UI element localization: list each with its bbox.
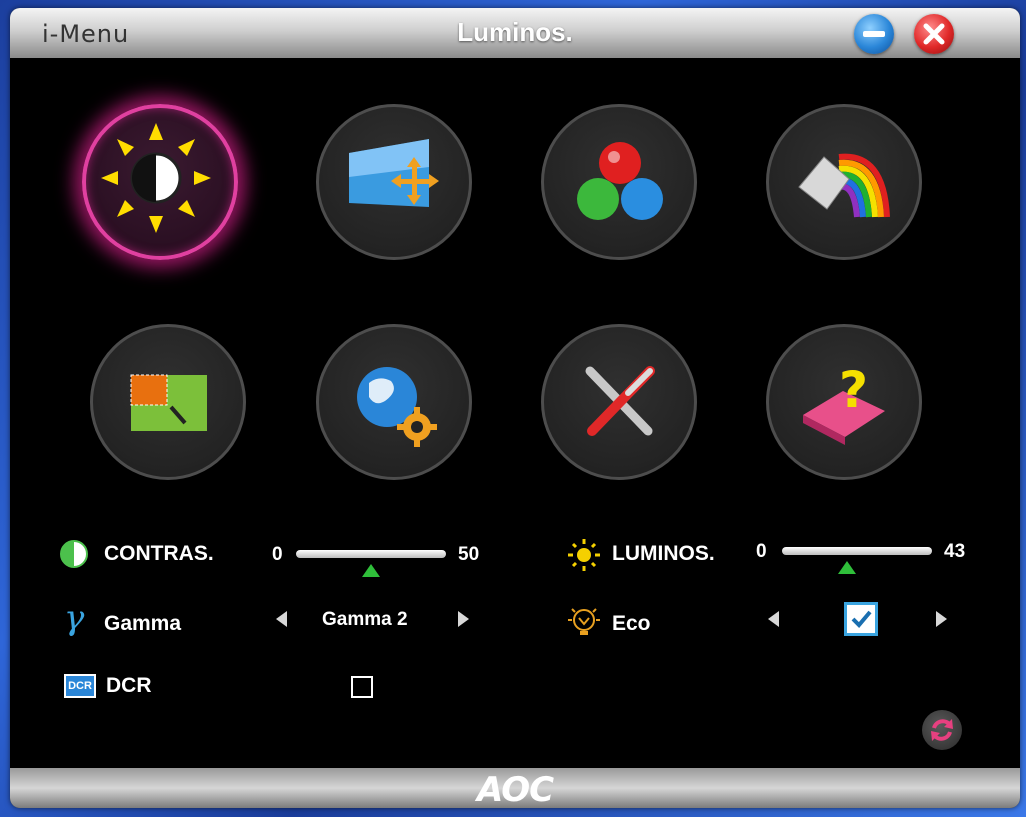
sun-contrast-icon: [101, 123, 211, 233]
color-temp-tile[interactable]: [541, 104, 697, 260]
eco-label: Eco: [612, 612, 651, 635]
luminance-tile[interactable]: [82, 104, 238, 260]
contrast-max: 50: [458, 544, 480, 565]
contrast-icon: [60, 540, 88, 568]
luminance-slider-thumb[interactable]: [837, 561, 856, 574]
contrast-slider-thumb[interactable]: [362, 564, 380, 577]
eco-bulb-icon: [568, 608, 600, 635]
dcr-icon: DCR: [64, 674, 96, 698]
paint-rainbow-icon: [798, 153, 890, 218]
eco-next-button[interactable]: [936, 611, 947, 627]
help-tile[interactable]: ?: [766, 324, 922, 480]
image-setup-tile[interactable]: [316, 104, 472, 260]
osd-setup-tile[interactable]: [316, 324, 472, 480]
extra-tile[interactable]: [541, 324, 697, 480]
luminance-min: 0: [756, 541, 767, 562]
x-icon: [923, 23, 945, 45]
gamma-prev-button[interactable]: [276, 611, 287, 627]
eco-checkbox[interactable]: [844, 602, 878, 636]
image-move-icon: [349, 139, 439, 207]
luminance-slider[interactable]: [782, 547, 932, 555]
contrast-slider[interactable]: [296, 550, 446, 558]
picture-boost-tile[interactable]: [90, 324, 246, 480]
rgb-balls-icon: [577, 142, 663, 220]
picture-area-icon: [130, 374, 207, 431]
gamma-next-button[interactable]: [458, 611, 469, 627]
reset-icon: [931, 719, 953, 741]
dcr-checkbox[interactable]: [351, 676, 373, 698]
luminance-max: 43: [944, 541, 966, 562]
minimize-button[interactable]: [854, 14, 894, 54]
eco-prev-button[interactable]: [768, 611, 779, 627]
gamma-value: Gamma 2: [322, 609, 408, 630]
dcr-label: DCR: [106, 674, 152, 697]
book-question-icon: ?: [803, 361, 885, 445]
sun-icon: [568, 539, 600, 571]
title-bar[interactable]: i-Menu Luminos.: [10, 8, 1020, 58]
svg-text:?: ?: [839, 361, 868, 419]
footer-bar: AOC: [10, 768, 1020, 808]
brand-logo: AOC: [476, 770, 554, 808]
close-button[interactable]: [914, 14, 954, 54]
contrast-label: CONTRAS.: [104, 542, 214, 565]
gamma-icon: γ: [64, 598, 85, 638]
contrast-min: 0: [272, 544, 283, 565]
check-icon: [851, 610, 872, 628]
globe-gear-icon: [357, 367, 437, 447]
tools-icon: [585, 366, 655, 436]
color-boost-tile[interactable]: [766, 104, 922, 260]
imenu-window: i-Menu Luminos. ? CONTRAS. 0 50 LUMINOS.…: [10, 8, 1020, 808]
reset-button[interactable]: [922, 710, 962, 750]
gamma-label: Gamma: [104, 612, 182, 635]
luminance-label: LUMINOS.: [612, 542, 715, 565]
minus-icon: [863, 31, 885, 37]
